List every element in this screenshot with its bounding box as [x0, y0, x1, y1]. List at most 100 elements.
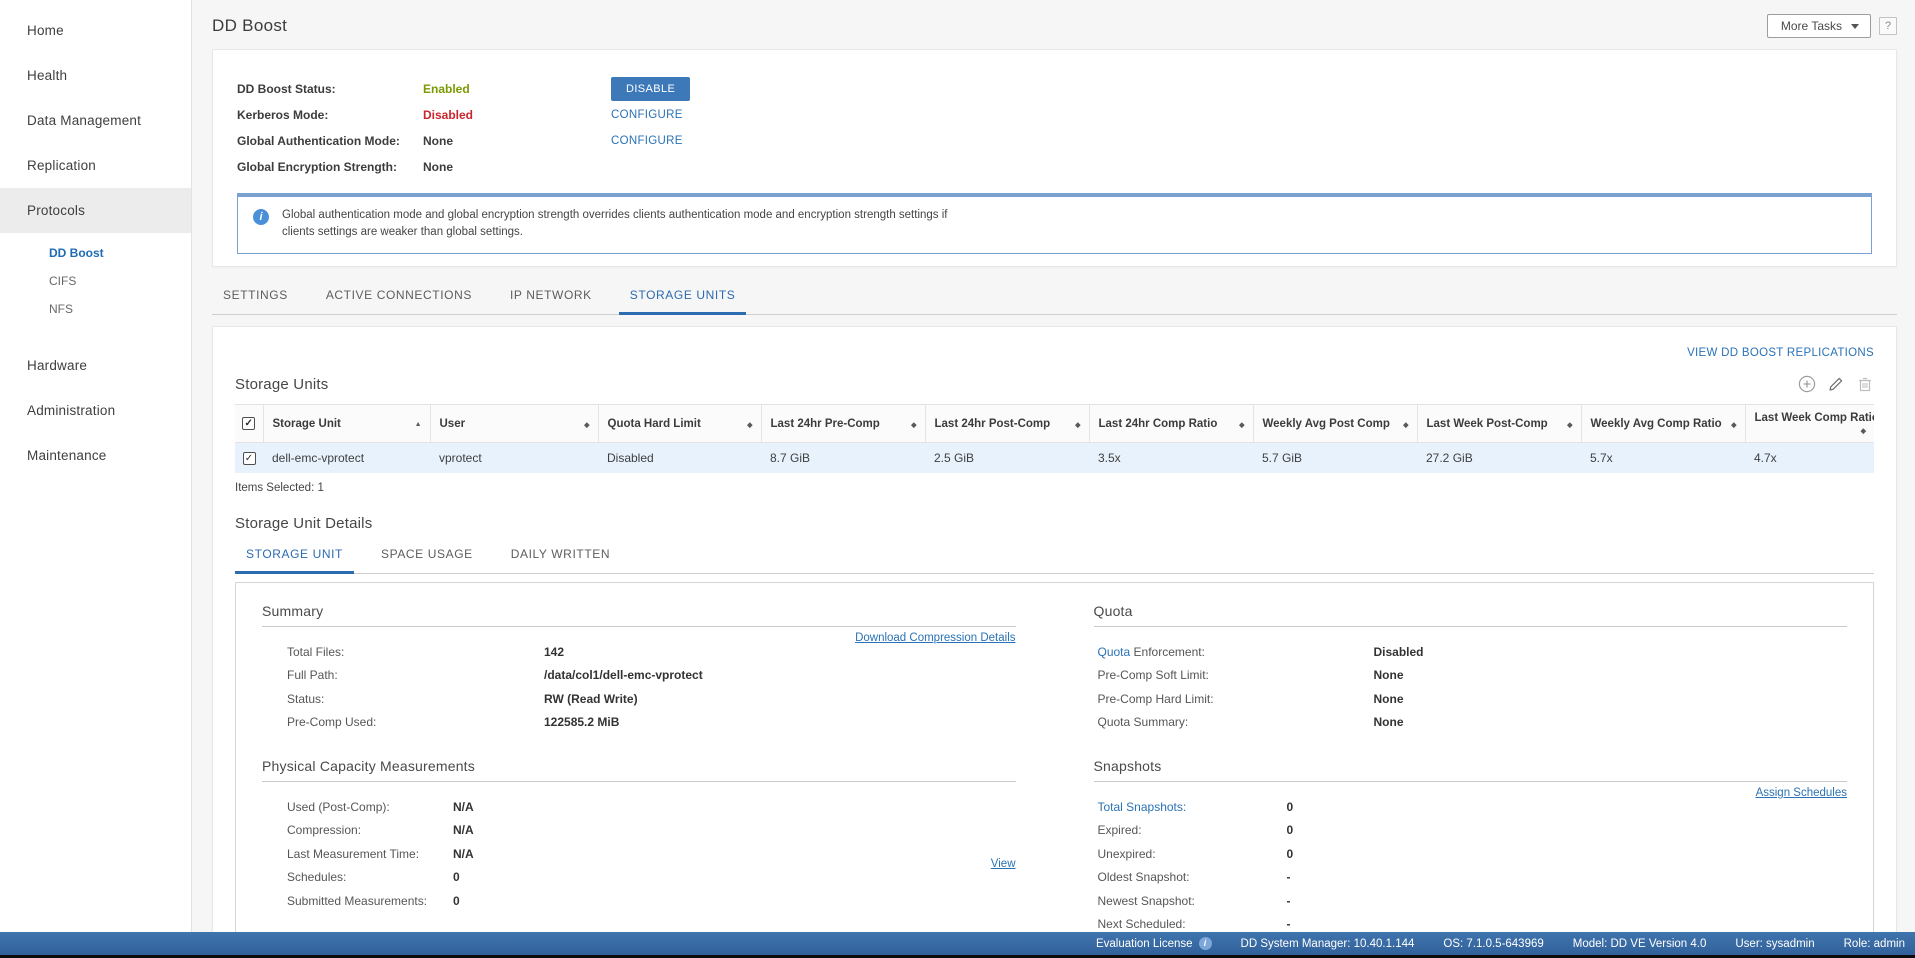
info-banner: i Global authentication mode and global …	[237, 193, 1872, 254]
pcm-row-compression: Compression: N/A	[262, 819, 1016, 843]
sidebar-item-replication[interactable]: Replication	[0, 143, 191, 188]
disable-button[interactable]: DISABLE	[611, 77, 690, 101]
select-all-checkbox[interactable]	[242, 417, 255, 430]
total-files-value: 142	[544, 645, 564, 659]
pcm-row-used-post-comp: Used (Post-Comp): N/A	[262, 795, 1016, 819]
sidebar-item-home[interactable]: Home	[0, 8, 191, 53]
storage-units-title: Storage Units	[235, 376, 328, 393]
tab-active-connections[interactable]: ACTIVE CONNECTIONS	[315, 288, 483, 314]
cell-quota-hard-limit: Disabled	[598, 443, 761, 474]
table-row-dell-emc-vprotect[interactable]: dell-emc-vprotect vprotect Disabled 8.7 …	[235, 443, 1874, 474]
more-tasks-dropdown[interactable]: More Tasks	[1767, 14, 1871, 38]
column-header-quota-hard-limit[interactable]: Quota Hard Limit◆	[598, 405, 761, 443]
download-compression-details-link[interactable]: Download Compression Details	[855, 632, 1015, 644]
details-left-column: Summary Download Compression Details Tot…	[262, 603, 1016, 932]
tab-settings[interactable]: SETTINGS	[212, 288, 299, 314]
more-tasks-label: More Tasks	[1781, 19, 1842, 33]
column-label: Weekly Avg Comp Ratio	[1591, 418, 1722, 430]
field-label: Newest Snapshot:	[1098, 894, 1287, 908]
sidebar-item-administration[interactable]: Administration	[0, 388, 191, 433]
status-value: RW (Read Write)	[544, 692, 638, 706]
column-label: Last 24hr Post-Comp	[935, 418, 1051, 430]
column-header-storage-unit[interactable]: Storage Unit▲	[263, 405, 430, 443]
configure-auth-link[interactable]: CONFIGURE	[611, 135, 683, 147]
column-header-last-24hr-comp-ratio[interactable]: Last 24hr Comp Ratio◆	[1089, 405, 1253, 443]
column-header-weekly-avg-post-comp[interactable]: Weekly Avg Post Comp◆	[1253, 405, 1417, 443]
used-post-comp-value: N/A	[453, 800, 474, 814]
column-header-last-24hr-pre-comp[interactable]: Last 24hr Pre-Comp◆	[761, 405, 925, 443]
summary-row-full-path: Full Path: /data/col1/dell-emc-vprotect	[262, 664, 1016, 688]
sidebar-item-health[interactable]: Health	[0, 53, 191, 98]
tab-storage-units[interactable]: STORAGE UNITS	[619, 288, 747, 314]
pcm-row-submitted-measurements: Submitted Measurements: 0	[262, 889, 1016, 913]
sort-icon[interactable]: ◆	[747, 421, 752, 429]
sidebar-item-maintenance[interactable]: Maintenance	[0, 433, 191, 478]
edit-storage-unit-icon[interactable]	[1827, 375, 1845, 393]
cell-storage-unit: dell-emc-vprotect	[263, 443, 430, 474]
sort-icon[interactable]: ◆	[1239, 421, 1244, 429]
view-schedules-link[interactable]: View	[991, 858, 1016, 870]
sidebar-item-hardware[interactable]: Hardware	[0, 343, 191, 388]
global-auth-mode-value: None	[423, 134, 611, 148]
snapshots-title: Snapshots	[1094, 758, 1848, 782]
tab-space-usage[interactable]: SPACE USAGE	[370, 547, 484, 573]
tab-storage-unit[interactable]: STORAGE UNIT	[235, 547, 354, 573]
total-snapshots-link[interactable]: Total Snapshots:	[1098, 800, 1187, 814]
column-header-last-24hr-post-comp[interactable]: Last 24hr Post-Comp ◆	[925, 405, 1089, 443]
system-manager-address: DD System Manager: 10.40.1.144	[1241, 938, 1415, 950]
sort-icon[interactable]: ◆	[1567, 421, 1572, 429]
status-row-kerberos-mode: Kerberos Mode: Disabled CONFIGURE	[237, 102, 1872, 128]
select-all-checkbox-cell	[235, 405, 263, 443]
sort-icon[interactable]: ◆	[911, 421, 916, 429]
submitted-measurements-value: 0	[453, 894, 460, 908]
sort-ascending-icon[interactable]: ▲	[415, 421, 422, 428]
quota-row-pre-comp-hard-limit: Pre-Comp Hard Limit: None	[1094, 687, 1848, 711]
license-info-icon[interactable]: i	[1199, 937, 1212, 950]
field-label: Schedules:	[287, 870, 453, 884]
column-header-weekly-avg-comp-ratio[interactable]: Weekly Avg Comp Ratio ◆	[1581, 405, 1745, 443]
quota-link[interactable]: Quota	[1098, 645, 1131, 659]
sort-icon[interactable]: ◆	[584, 421, 589, 429]
sidebar-item-cifs[interactable]: CIFS	[0, 267, 191, 295]
sidebar-item-dd-boost[interactable]: DD Boost	[0, 239, 191, 267]
tab-daily-written[interactable]: DAILY WRITTEN	[500, 547, 621, 573]
storage-units-table: Storage Unit▲ User ◆ Quota Hard Limit◆ La…	[235, 404, 1874, 473]
field-label: Status:	[287, 692, 544, 706]
field-label: Quota Summary:	[1098, 715, 1374, 729]
assign-schedules-link[interactable]: Assign Schedules	[1756, 787, 1847, 799]
sort-icon[interactable]: ◆	[1403, 421, 1408, 429]
oldest-snapshot-value: -	[1287, 870, 1291, 884]
configure-kerberos-link[interactable]: CONFIGURE	[611, 109, 683, 121]
compression-value: N/A	[453, 823, 474, 837]
tab-ip-network[interactable]: IP NETWORK	[499, 288, 603, 314]
row-checkbox[interactable]	[243, 452, 256, 465]
delete-storage-unit-icon[interactable]	[1856, 375, 1874, 393]
sidebar-item-nfs[interactable]: NFS	[0, 295, 191, 323]
info-icon: i	[253, 209, 269, 225]
evaluation-license: Evaluation License i	[1096, 937, 1212, 950]
view-dd-boost-replications-link[interactable]: VIEW DD BOOST REPLICATIONS	[1687, 347, 1874, 359]
cell-last-24hr-pre-comp: 8.7 GiB	[761, 443, 925, 474]
field-label: Total Files:	[287, 645, 544, 659]
dd-boost-status-panel: DD Boost Status: Enabled DISABLE Kerbero…	[212, 49, 1897, 267]
sort-icon[interactable]: ◆	[1861, 427, 1866, 435]
column-header-last-week-post-comp[interactable]: Last Week Post-Comp◆	[1417, 405, 1581, 443]
column-label: User	[440, 418, 466, 430]
field-label: Submitted Measurements:	[287, 894, 453, 908]
sort-icon[interactable]: ◆	[1075, 421, 1080, 429]
license-label: Evaluation License	[1096, 938, 1193, 950]
quota-summary-value: None	[1374, 715, 1404, 729]
field-label: Expired:	[1098, 823, 1287, 837]
sidebar-item-data-management[interactable]: Data Management	[0, 98, 191, 143]
status-row-global-encryption: Global Encryption Strength: None	[237, 154, 1872, 180]
sort-icon[interactable]: ◆	[1731, 421, 1736, 429]
add-storage-unit-icon[interactable]	[1798, 375, 1816, 393]
snapshots-row-expired: Expired: 0	[1094, 819, 1848, 843]
unexpired-value: 0	[1287, 847, 1294, 861]
quota-row-enforcement: Quota Enforcement: Disabled	[1094, 640, 1848, 664]
snapshots-section: Snapshots Assign Schedules Total Snapsho…	[1094, 758, 1848, 932]
sidebar-item-protocols[interactable]: Protocols	[0, 188, 191, 233]
column-header-last-week-comp-ratio[interactable]: Last Week Comp Ratio◆	[1745, 405, 1874, 443]
column-header-user[interactable]: User ◆	[430, 405, 598, 443]
help-button[interactable]: ?	[1879, 17, 1897, 35]
